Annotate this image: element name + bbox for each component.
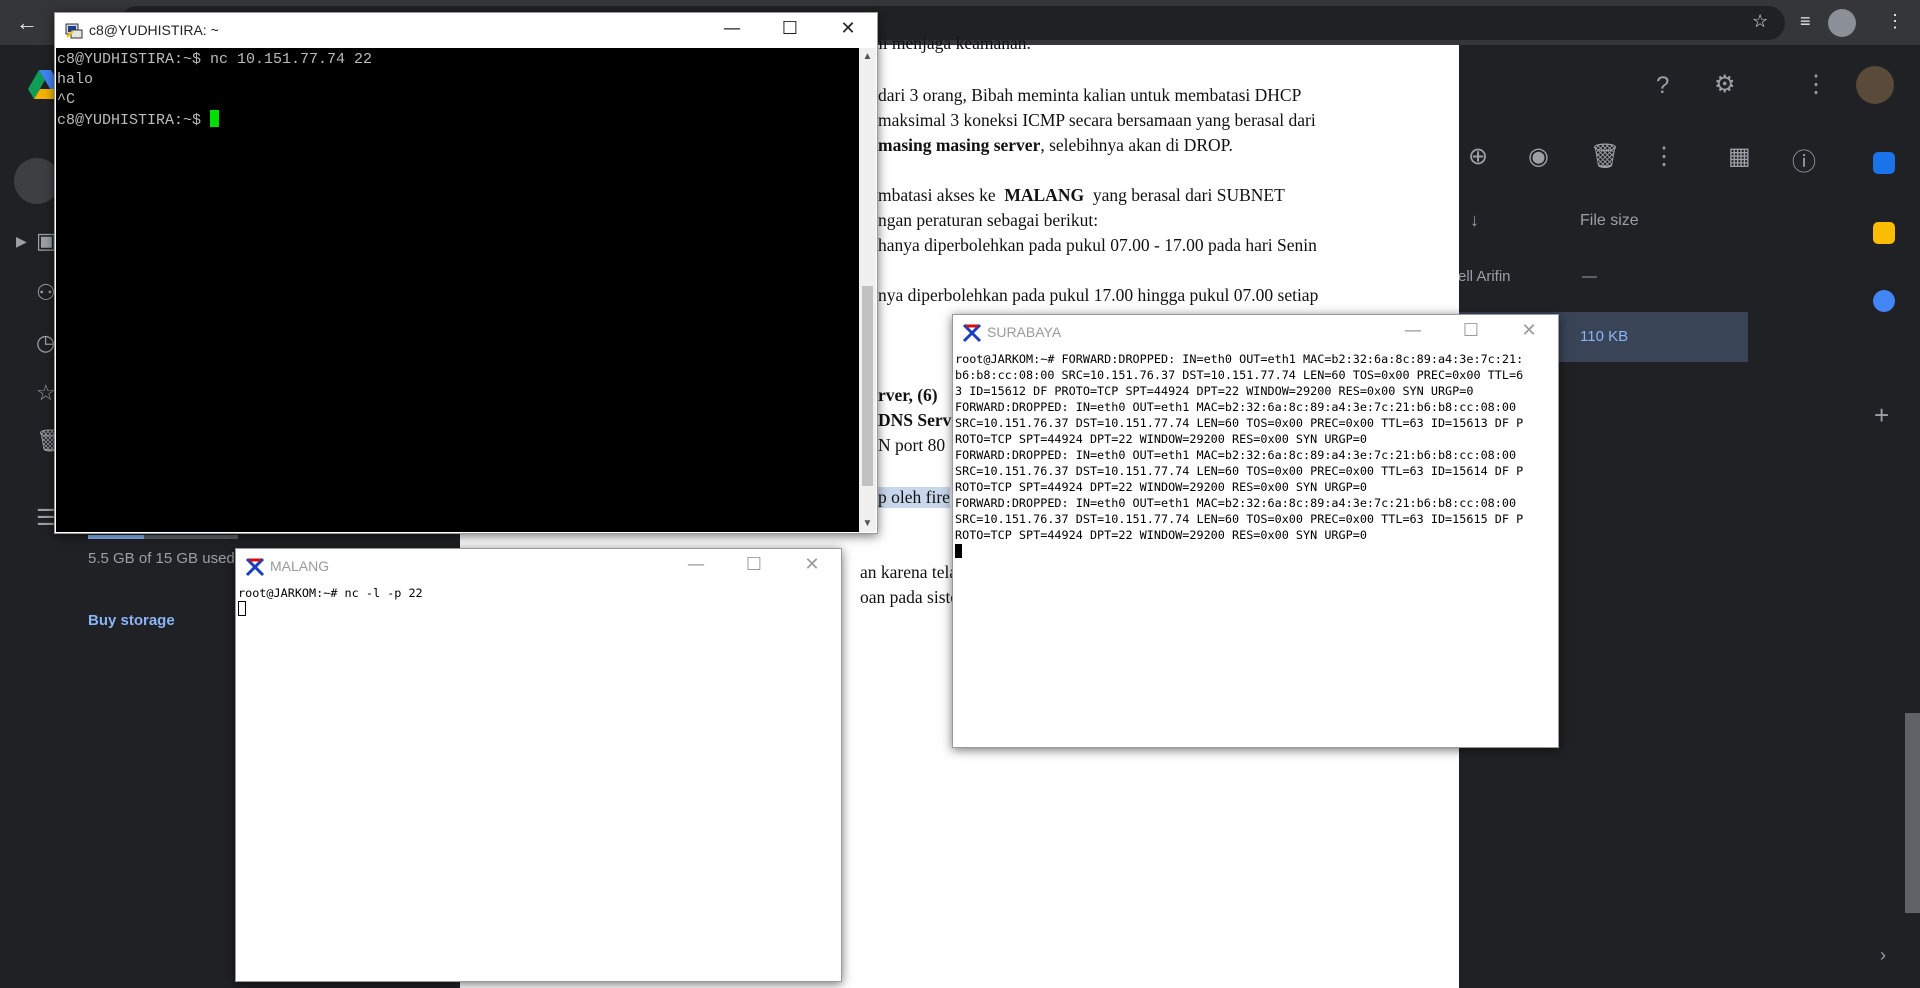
terminal-line: halo (57, 71, 94, 88)
share-icon[interactable]: ⊕ (1468, 142, 1488, 171)
scroll-down-icon[interactable]: ▼ (859, 515, 876, 532)
browser-menu-icon[interactable]: ⋮ (1886, 11, 1904, 32)
xterm-icon (962, 323, 982, 343)
close-button[interactable]: ✕ (1500, 315, 1558, 349)
minimize-button[interactable]: — (667, 549, 725, 583)
column-file-size[interactable]: File size (1580, 212, 1639, 230)
doc-line: ngan peraturan sebagai berikut: (878, 210, 1099, 230)
terminal-line: FORWARD:DROPPED: IN=eth0 OUT=eth1 MAC=b2… (955, 496, 1517, 510)
terminal-line: root@JARKOM:~# FORWARD:DROPPED: IN=eth0 … (955, 352, 1524, 366)
starred-icon[interactable]: ☆ (36, 380, 56, 406)
terminal-line: b6:b8:cc:08:00 SRC=10.151.76.37 DST=10.1… (955, 368, 1524, 382)
terminal-line: ROTO=TCP SPT=44924 DPT=22 WINDOW=29200 R… (955, 528, 1367, 542)
doc-bold-text: MALANG (1004, 185, 1085, 205)
details-info-icon[interactable]: ⓘ (1792, 142, 1816, 177)
putty-window[interactable]: c8@YUDHISTIRA: ~ — ☐ ✕ c8@YUDHISTIRA:~$ … (54, 12, 878, 534)
terminal-line: SRC=10.151.76.37 DST=10.151.77.74 LEN=60… (955, 512, 1524, 526)
sort-arrow-icon[interactable]: ↓ (1470, 210, 1479, 231)
chevron-right-icon[interactable]: › (1880, 945, 1886, 966)
buy-storage-link[interactable]: Buy storage (88, 612, 175, 629)
back-button[interactable]: ← (14, 10, 40, 36)
minimize-button[interactable]: — (703, 13, 761, 47)
doc-line: dari 3 orang, Bibah meminta kalian untuk… (878, 85, 1302, 105)
reading-list-icon[interactable]: ≡ (1800, 11, 1811, 32)
close-button[interactable]: ✕ (819, 13, 877, 47)
terminal-output[interactable]: root@JARKOM:~# FORWARD:DROPPED: IN=eth0 … (954, 349, 1557, 746)
terminal-line: ROTO=TCP SPT=44924 DPT=22 WINDOW=29200 R… (955, 432, 1367, 446)
terminal-line: ^C (57, 91, 76, 108)
terminal-cursor (210, 110, 220, 127)
more-options-icon[interactable]: ⋮ (1652, 142, 1676, 171)
terminal-scrollbar[interactable]: ▲ ▼ (859, 48, 876, 532)
storage-icon: ☰ (36, 505, 56, 530)
settings-gear-icon[interactable]: ⚙ (1714, 70, 1736, 99)
window-title: SURABAYA (987, 324, 1062, 340)
doc-line: yang berasal dari SUBNET (1092, 185, 1285, 205)
help-icon[interactable]: ? (1656, 72, 1669, 100)
terminal-line: c8@YUDHISTIRA:~$ nc 10.151.77.74 22 (57, 51, 373, 68)
calendar-icon[interactable] (1873, 152, 1895, 174)
storage-text: 5.5 GB of 15 GB used (88, 550, 235, 567)
malang-terminal-window[interactable]: MALANG — ☐ ✕ root@JARKOM:~# nc -l -p 22 (235, 548, 842, 982)
profile-avatar[interactable] (1828, 9, 1856, 37)
doc-line: maksimal 3 koneksi ICMP secara bersamaan… (878, 110, 1316, 130)
add-addon-icon[interactable]: + (1874, 400, 1889, 431)
doc-line: mbatasi akses ke (878, 185, 996, 205)
terminal-prompt: c8@YUDHISTIRA:~$ (57, 112, 211, 129)
scrollbar[interactable] (1905, 713, 1920, 913)
terminal-line: SRC=10.151.76.37 DST=10.151.77.74 LEN=60… (955, 464, 1524, 478)
terminal-line: root@JARKOM:~# nc -l -p 22 (238, 586, 423, 600)
shared-with-me-icon[interactable]: ⚇ (36, 280, 56, 306)
file-size-cell: — (1582, 268, 1597, 285)
xterm-icon (245, 557, 265, 577)
keep-icon[interactable] (1873, 222, 1895, 244)
doc-line: N port 80 (878, 435, 946, 455)
maximize-button[interactable]: ☐ (725, 549, 783, 583)
doc-line: hanya diperbolehkan pada pukul 07.00 - 1… (878, 235, 1317, 255)
terminal-cursor (238, 601, 246, 616)
doc-line: an karena telah (860, 562, 966, 582)
maximize-button[interactable]: ☐ (1442, 315, 1500, 349)
terminal-output[interactable]: c8@YUDHISTIRA:~$ nc 10.151.77.74 22 halo ^… (56, 48, 859, 532)
terminal-line: FORWARD:DROPPED: IN=eth0 OUT=eth1 MAC=b2… (955, 448, 1517, 462)
preview-eye-icon[interactable]: ◉ (1528, 142, 1549, 171)
apps-grid-icon[interactable]: ⋮ (1804, 70, 1828, 99)
star-icon[interactable]: ☆ (1752, 11, 1768, 32)
minimize-button[interactable]: — (1384, 315, 1442, 349)
terminal-line: 3 ID=15612 DF PROTO=TCP SPT=44924 DPT=22… (955, 384, 1474, 398)
surabaya-terminal-window[interactable]: SURABAYA — ☐ ✕ root@JARKOM:~# FORWARD:DR… (952, 314, 1559, 748)
doc-line: rver, (6) (878, 385, 938, 405)
close-button[interactable]: ✕ (783, 549, 841, 583)
owner-cell: ell Arifin (1458, 268, 1511, 285)
delete-icon[interactable]: 🗑 (1590, 142, 1620, 171)
terminal-line: SRC=10.151.76.37 DST=10.151.77.74 LEN=60… (955, 416, 1524, 430)
account-avatar[interactable] (1856, 66, 1894, 104)
maximize-button[interactable]: ☐ (761, 13, 819, 47)
putty-icon (65, 23, 83, 39)
scrollbar-thumb[interactable] (862, 286, 873, 486)
doc-line: , selebihnya akan di DROP. (1040, 135, 1233, 155)
window-title: c8@YUDHISTIRA: ~ (89, 22, 219, 38)
terminal-line: FORWARD:DROPPED: IN=eth0 OUT=eth1 MAC=b2… (955, 400, 1517, 414)
title-bar[interactable]: c8@YUDHISTIRA: ~ — ☐ ✕ (55, 13, 877, 47)
expand-arrow-icon[interactable]: ▶ (16, 233, 27, 250)
window-title: MALANG (270, 558, 330, 574)
recent-icon[interactable]: ◷ (36, 330, 55, 356)
terminal-cursor (955, 544, 962, 558)
doc-bold-text: masing masing server (878, 135, 1041, 155)
doc-line: DNS Serv (878, 410, 952, 430)
doc-line: nya diperbolehkan pada pukul 17.00 hingg… (878, 285, 1319, 305)
grid-view-icon[interactable]: ▦ (1728, 142, 1751, 171)
terminal-output[interactable]: root@JARKOM:~# nc -l -p 22 (237, 583, 840, 980)
terminal-line: ROTO=TCP SPT=44924 DPT=22 WINDOW=29200 R… (955, 480, 1367, 494)
title-bar[interactable]: SURABAYA — ☐ ✕ (953, 315, 1558, 349)
scroll-up-icon[interactable]: ▲ (859, 48, 876, 65)
tasks-icon[interactable] (1873, 290, 1895, 312)
file-size-cell-selected: 110 KB (1580, 328, 1629, 345)
doc-line: p oleh fire (878, 487, 950, 508)
title-bar[interactable]: MALANG — ☐ ✕ (236, 549, 841, 583)
storage-bar-fill (88, 535, 144, 539)
